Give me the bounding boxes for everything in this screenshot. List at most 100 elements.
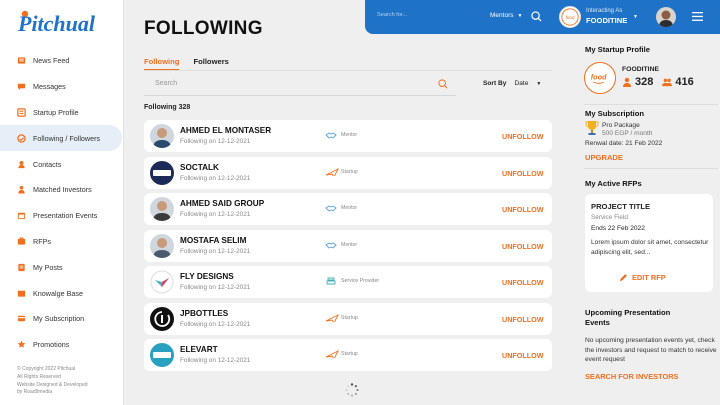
search-investors-button[interactable]: SEARCH FOR INVESTORS [585, 372, 679, 381]
upgrade-button[interactable]: UPGRADE [585, 153, 623, 162]
row-name[interactable]: SOCTALK [180, 163, 219, 172]
list-item[interactable]: MOSTAFA SELIM Following on 12-12-2021 Ment… [144, 229, 552, 262]
sidebar-item-my-subscription[interactable]: My Subscription [0, 306, 124, 332]
unfollow-button[interactable]: UNFOLLOW [502, 242, 544, 251]
avatar[interactable] [150, 306, 174, 331]
sidebar-item-promotions[interactable]: Promotions [0, 332, 124, 358]
row-name[interactable]: ELEVART [180, 345, 218, 354]
handshake-icon [325, 132, 337, 139]
avatar[interactable] [150, 124, 174, 148]
copyright-line: Website Designed & Developed [17, 381, 88, 388]
avatar[interactable] [150, 160, 174, 185]
row-following-date: Following on 12-12-2021 [180, 284, 251, 291]
startup-profile-heading: My Startup Profile [585, 45, 650, 54]
unfollow-button[interactable]: UNFOLLOW [502, 351, 544, 360]
row-type: Startup [325, 350, 358, 358]
sidebar-item-label: My Subscription [33, 314, 85, 324]
followers-icon [623, 77, 631, 87]
sidebar-item-following-followers[interactable]: Following / Followers [0, 125, 122, 152]
row-name[interactable]: AHMED SAID GROUP [180, 199, 264, 208]
subscription-package: Pro Package [602, 122, 640, 129]
upcoming-events-heading-line: Upcoming Presentation [585, 308, 671, 317]
sidebar-item-knowledge-base[interactable]: Knowalge Base [0, 280, 124, 306]
row-type-label: Mentor [341, 205, 358, 211]
sidebar-item-messages[interactable]: Messages [0, 74, 124, 100]
avatar[interactable] [150, 233, 174, 258]
unfollow-button[interactable]: UNFOLLOW [502, 315, 544, 324]
list-item[interactable]: ELEVART Following on 12-12-2021 Startup UNF… [144, 339, 552, 371]
row-name[interactable]: MOSTAFA SELIM [180, 236, 246, 245]
row-type-label: Service Provider [341, 278, 380, 284]
search-icon[interactable] [531, 11, 542, 22]
sidebar-item-label: Promotions [33, 340, 70, 350]
search-underline [144, 95, 456, 96]
handshake-icon [325, 241, 337, 249]
search-icon[interactable] [438, 79, 448, 89]
row-type: Service Provider [325, 277, 379, 285]
search-category-select[interactable]: Mentors ▼ [490, 12, 522, 19]
list-item[interactable]: FLY DESIGNS Following on 12-12-2021 Servic… [144, 266, 552, 298]
sort-label: Sort By [483, 80, 507, 87]
news-icon [17, 56, 26, 65]
subscription-heading: My Subscription [585, 109, 645, 118]
row-name[interactable]: JPBOTTLES [180, 309, 228, 318]
tab-followers[interactable]: Followers [193, 57, 228, 70]
avatar[interactable] [150, 270, 174, 294]
service-icon [326, 277, 336, 285]
acting-as-name[interactable]: FOODITINE [586, 16, 627, 25]
avatar[interactable] [150, 197, 174, 221]
list-item[interactable]: JPBOTTLES Following on 12-12-2021 Startup U… [144, 302, 552, 335]
top-bar: Search for... Mentors ▼ food Interacting… [365, 0, 720, 34]
unfollow-button[interactable]: UNFOLLOW [502, 278, 544, 287]
startup-profile-logo[interactable]: food [584, 62, 616, 94]
row-type-label: Startup [341, 314, 358, 321]
startup-profile-name[interactable]: FOODITINE [622, 66, 659, 73]
avatar[interactable] [150, 343, 174, 367]
trophy-icon [585, 121, 599, 135]
list-item[interactable]: SOCTALK Following on 12-12-2021 Startup UNF… [144, 156, 552, 189]
page-title: FOLLOWING [144, 18, 263, 39]
subscription-icon [17, 314, 26, 323]
chevron-down-icon[interactable]: ▼ [633, 14, 638, 20]
sort-by-select[interactable]: Sort By Date ▼ [483, 80, 541, 87]
row-following-date: Following on 12-12-2021 [180, 247, 251, 255]
active-rfps-heading: My Active RFPs [585, 179, 642, 188]
startup-icon [17, 108, 26, 117]
promotions-icon [17, 340, 26, 349]
list-item[interactable]: AHMED EL MONTASER Following on 12-12-2021… [144, 120, 552, 152]
copyright-text: © Copyright 2022 Pitchual All Rights Res… [17, 366, 117, 397]
divider [584, 168, 718, 169]
rfp-field: Service Field [591, 214, 628, 221]
sidebar-item-matched-investors[interactable]: Matched Investors [0, 177, 124, 203]
sidebar-item-my-posts[interactable]: My Posts [0, 254, 124, 280]
sidebar-item-news-feed[interactable]: News Feed [0, 48, 124, 74]
chevron-down-icon: ▼ [536, 80, 542, 87]
rocket-icon [325, 350, 339, 358]
avatar[interactable] [656, 7, 676, 27]
sidebar-item-rfps[interactable]: RFPs [0, 229, 124, 255]
row-type-label: Mentor [341, 132, 358, 138]
acting-as-logo[interactable]: food [559, 6, 581, 28]
hamburger-menu-icon[interactable] [692, 12, 703, 21]
upcoming-events-text: No upcoming presentation events yet, che… [585, 337, 717, 363]
row-name[interactable]: FLY DESIGNS [180, 272, 234, 281]
rfp-card[interactable]: PROJECT TITLE Service Field Ends 22 Feb … [585, 194, 713, 292]
following-total: 416 [675, 76, 694, 88]
following-search-input[interactable]: Search [155, 80, 177, 87]
unfollow-button[interactable]: UNFOLLOW [502, 169, 544, 178]
copyright-line: All Rights Reserved [17, 373, 61, 380]
sidebar-nav: News Feed Messages Startup Profile Follo… [0, 48, 124, 358]
list-item[interactable]: AHMED SAID GROUP Following on 12-12-2021 M… [144, 193, 552, 225]
row-name[interactable]: AHMED EL MONTASER [180, 126, 271, 135]
pitchual-logo[interactable]: Pitchual [16, 6, 108, 38]
sidebar-item-startup-profile[interactable]: Startup Profile [0, 100, 124, 126]
edit-rfp-button[interactable]: EDIT RFP [619, 273, 666, 282]
sidebar-item-contacts[interactable]: Contacts [0, 151, 124, 177]
tab-following[interactable]: Following [144, 57, 180, 70]
unfollow-button[interactable]: UNFOLLOW [502, 132, 544, 141]
sidebar-item-presentation-events[interactable]: Presentation Events [0, 203, 124, 229]
logo-text: Pitchual [17, 11, 96, 36]
top-search-input[interactable]: Search for... [377, 12, 407, 18]
row-type: Mentor [325, 131, 357, 139]
unfollow-button[interactable]: UNFOLLOW [502, 205, 544, 214]
